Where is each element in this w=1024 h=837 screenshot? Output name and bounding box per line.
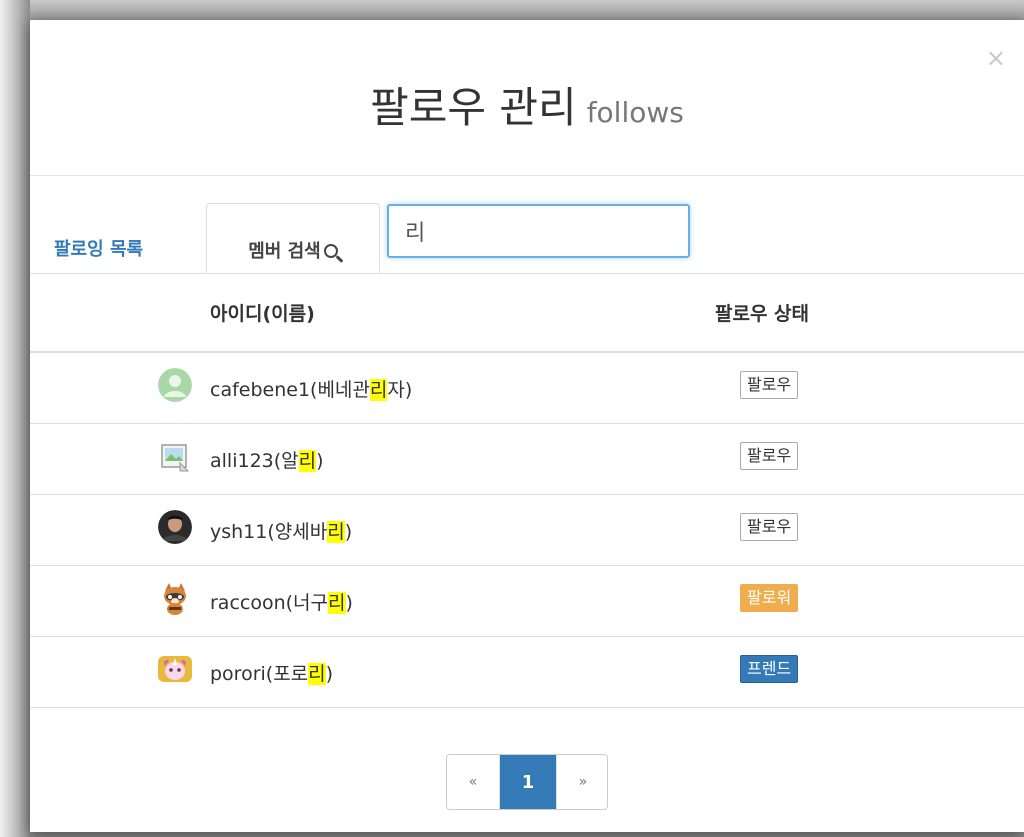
member-name-prefix: alli123(알 [210, 450, 299, 472]
follows-modal: × 팔로우 관리follows 팔로잉 목록 멤버 검색 아이디(이름) 팔로우… [30, 20, 1024, 832]
member-search-input[interactable] [387, 204, 690, 258]
modal-title-sub: follows [586, 96, 684, 129]
member-name-prefix: ysh11(양세바 [210, 521, 328, 543]
pagination-prev-button[interactable]: « [447, 755, 500, 809]
search-highlight: 리 [308, 663, 326, 685]
follow-button[interactable]: 팔로우 [740, 442, 799, 470]
table-row: ysh11(양세바리) 팔로우 [30, 495, 1024, 566]
follow-button[interactable]: 팔로우 [740, 371, 799, 399]
member-name-suffix: ) [325, 663, 334, 685]
broken-image-icon [158, 439, 192, 473]
member-name: porori(포로리) [210, 659, 333, 686]
column-header-follow-status: 팔로우 상태 [715, 303, 810, 325]
pagination: « 1 » [446, 754, 608, 810]
member-name-prefix: porori(포로 [210, 663, 309, 685]
member-name-suffix: ) [345, 592, 353, 614]
table-row: alli123(알리) 팔로우 [30, 424, 1024, 495]
member-name-suffix: 자) [387, 379, 413, 401]
page-backdrop-left [0, 0, 30, 837]
follow-table: 아이디(이름) 팔로우 상태 cafebene1(베네관리자) 팔로우 alli… [30, 273, 1024, 708]
search-highlight: 리 [328, 592, 346, 614]
table-row: cafebene1(베네관리자) 팔로우 [30, 353, 1024, 424]
table-row: raccoon(너구리) 팔로워 [30, 566, 1024, 637]
unicorn-icon [158, 652, 192, 686]
follow-button[interactable]: 팔로우 [740, 513, 799, 541]
member-name-prefix: cafebene1(베네관 [210, 379, 370, 401]
tab-following-list[interactable]: 팔로잉 목록 [54, 235, 143, 261]
modal-title: 팔로우 관리 follows [30, 74, 1024, 135]
search-highlight: 리 [327, 521, 345, 543]
default-user-avatar-icon [158, 368, 192, 402]
member-name: cafebene1(베네관리자) [210, 375, 412, 402]
search-highlight: 리 [298, 450, 317, 472]
page-backdrop-top [0, 0, 1024, 20]
pagination-page-1[interactable]: 1 [500, 755, 556, 809]
search-icon [323, 244, 338, 258]
tab-member-search-label: 멤버 검색 [248, 241, 321, 262]
modal-title-main: 팔로우 관리 [370, 83, 577, 132]
member-name-prefix: raccoon(너구 [210, 592, 329, 614]
member-name: raccoon(너구리) [210, 588, 353, 615]
raccoon-icon [158, 581, 192, 615]
column-header-id-name: 아이디(이름) [210, 303, 315, 325]
modal-header: 팔로우 관리 follows [30, 20, 1024, 176]
friend-badge[interactable]: 프렌드 [740, 655, 799, 683]
tab-member-search[interactable]: 멤버 검색 [206, 203, 380, 273]
member-name-suffix: ) [344, 521, 353, 543]
search-highlight: 리 [369, 379, 388, 401]
pagination-next-button[interactable]: » [556, 755, 607, 809]
photo-avatar-icon [158, 510, 192, 544]
table-header: 아이디(이름) 팔로우 상태 [30, 273, 1024, 353]
table-row: porori(포로리) 프렌드 [30, 637, 1024, 708]
member-name: ysh11(양세바리) [210, 517, 352, 544]
follower-badge[interactable]: 팔로워 [740, 584, 799, 612]
member-name: alli123(알리) [210, 446, 324, 473]
member-name-suffix: ) [316, 450, 324, 472]
